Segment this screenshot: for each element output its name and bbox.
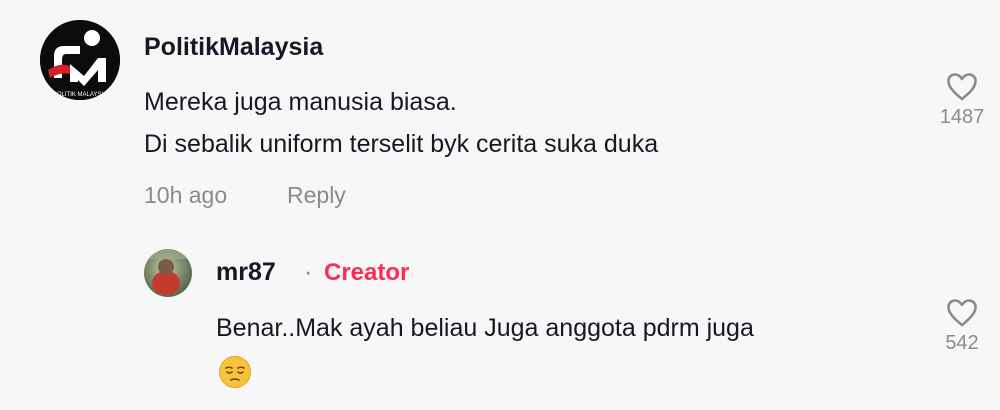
reply-text: Benar..Mak ayah beliau Juga anggota pdrm… bbox=[216, 314, 754, 342]
comment-like-count: 1487 bbox=[939, 106, 985, 128]
creator-badge: Creator bbox=[324, 259, 410, 286]
heart-outline-icon bbox=[947, 299, 977, 327]
comment-text-line-1: Mereka juga manusia biasa. bbox=[144, 88, 457, 116]
politik-malaysia-logo: POLITIK MALAYSIA bbox=[40, 20, 120, 100]
comment-like-button[interactable]: 1487 bbox=[934, 72, 990, 129]
reply-like-count: 542 bbox=[945, 332, 979, 354]
comment-text-line-2: Di sebalik uniform terselit byk cerita s… bbox=[144, 130, 659, 158]
comment-username[interactable]: PolitikMalaysia bbox=[144, 33, 323, 62]
comment-timestamp: 10h ago bbox=[144, 182, 228, 208]
svg-text:POLITIK MALAYSIA: POLITIK MALAYSIA bbox=[53, 92, 107, 98]
reply-like-button[interactable]: 542 bbox=[934, 298, 990, 355]
heart-outline-icon bbox=[947, 73, 977, 101]
pensive-face-emoji bbox=[219, 356, 251, 388]
reply-button[interactable]: Reply bbox=[287, 182, 346, 209]
reply-username[interactable]: mr87 bbox=[216, 258, 276, 287]
user-photo bbox=[144, 249, 192, 295]
avatar[interactable]: POLITIK MALAYSIA bbox=[40, 20, 120, 100]
separator-dot: · bbox=[304, 258, 313, 286]
reply-avatar[interactable] bbox=[144, 249, 192, 297]
